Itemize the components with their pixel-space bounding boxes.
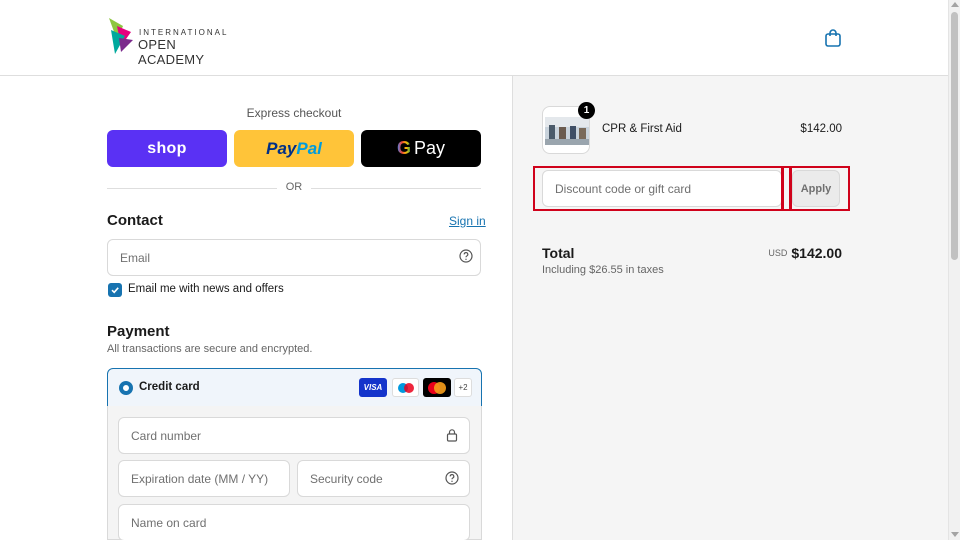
logo-text-big: OPEN ACADEMY xyxy=(138,37,205,67)
paypal-label-pay: Pay xyxy=(266,138,297,158)
page-header: INTERNATIONAL OPEN ACADEMY xyxy=(0,0,948,76)
shop-pay-label: shop xyxy=(147,139,187,157)
payment-subtitle: All transactions are secure and encrypte… xyxy=(107,343,313,355)
shop-pay-button[interactable]: shop xyxy=(107,130,227,167)
mastercard-icon xyxy=(423,378,451,397)
credit-card-label: Credit card xyxy=(139,381,200,393)
scroll-up-arrow-icon[interactable] xyxy=(951,2,959,7)
express-checkout-label: Express checkout xyxy=(246,106,342,120)
quantity-badge: 1 xyxy=(578,102,595,119)
paypal-label-pal: Pal xyxy=(296,138,322,158)
credit-card-radio[interactable] xyxy=(119,381,133,395)
currency-code: USD xyxy=(768,248,788,258)
google-g-icon: G xyxy=(396,138,411,158)
sign-in-link[interactable]: Sign in xyxy=(449,214,486,228)
email-field[interactable] xyxy=(107,239,481,276)
logo-text-small: INTERNATIONAL xyxy=(139,28,229,37)
google-pay-button[interactable]: G Pay xyxy=(361,130,481,167)
apply-discount-button[interactable]: Apply xyxy=(792,170,840,207)
newsletter-label: Email me with news and offers xyxy=(128,283,284,295)
total-label: Total xyxy=(542,245,575,261)
store-logo[interactable]: INTERNATIONAL OPEN ACADEMY xyxy=(107,16,229,67)
expiry-field[interactable] xyxy=(118,460,290,497)
lock-icon xyxy=(446,429,458,442)
scroll-down-arrow-icon[interactable] xyxy=(951,532,959,537)
help-circle-icon[interactable] xyxy=(445,471,459,485)
tax-note: Including $26.55 in taxes xyxy=(542,264,664,276)
or-divider: OR xyxy=(107,181,481,195)
maestro-icon xyxy=(392,378,419,397)
logo-mark-icon xyxy=(109,18,133,54)
visa-icon: VISA xyxy=(359,378,387,397)
or-text: OR xyxy=(285,181,303,193)
product-price: $142.00 xyxy=(800,123,842,135)
contact-title: Contact xyxy=(107,212,163,229)
scroll-thumb[interactable] xyxy=(951,12,958,260)
newsletter-checkbox[interactable] xyxy=(108,283,122,297)
google-pay-label: Pay xyxy=(413,138,446,158)
credit-card-option[interactable]: Credit card VISA +2 xyxy=(107,368,482,407)
name-on-card-field[interactable] xyxy=(118,504,470,540)
page-scrollbar[interactable] xyxy=(948,0,960,540)
shopping-bag-icon[interactable] xyxy=(823,28,843,48)
discount-code-field[interactable] xyxy=(542,170,782,207)
product-name: CPR & First Aid xyxy=(602,123,682,135)
paypal-button[interactable]: Pay Pal xyxy=(234,130,354,167)
total-amount: USD $142.00 xyxy=(700,245,842,263)
payment-title: Payment xyxy=(107,323,170,340)
checkmark-icon xyxy=(111,287,119,294)
card-number-field[interactable] xyxy=(118,417,470,454)
help-circle-icon[interactable] xyxy=(459,249,473,263)
total-amount-value: $142.00 xyxy=(791,245,842,261)
more-cards-badge: +2 xyxy=(454,378,472,397)
product-image xyxy=(545,117,589,145)
